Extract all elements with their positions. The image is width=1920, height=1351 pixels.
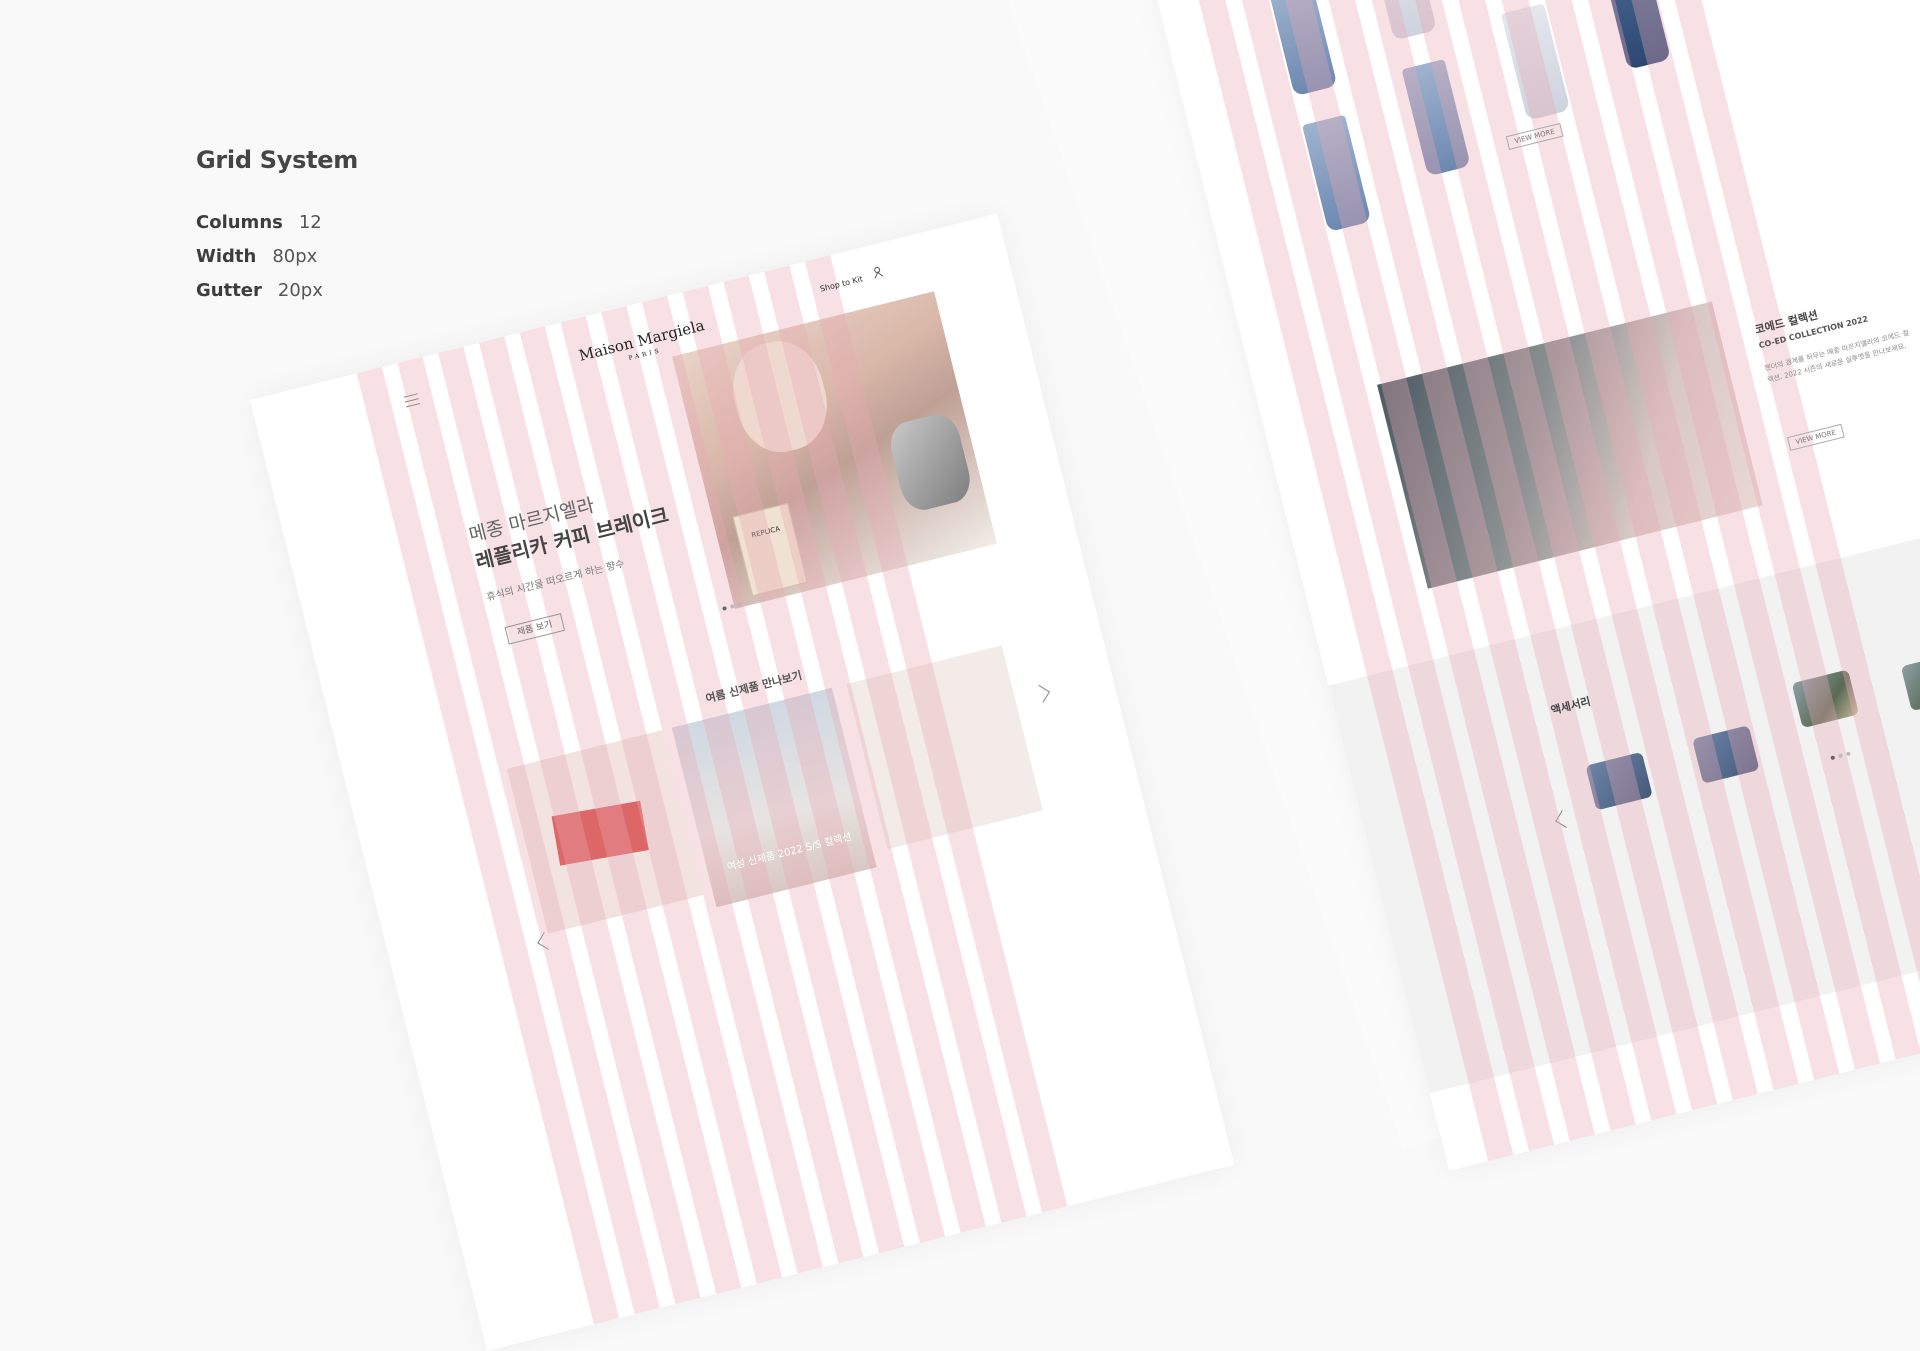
spec-title: Grid System: [196, 146, 358, 174]
pagination-dot[interactable]: [722, 605, 727, 611]
spec-row-width: Width 80px: [196, 246, 496, 280]
product-jeans[interactable]: [1401, 59, 1471, 177]
spec-key: Columns: [196, 212, 283, 233]
product-jeans[interactable]: [1601, 0, 1671, 70]
product-image: [551, 800, 649, 866]
co-ed-collection-image: [1377, 301, 1763, 589]
product-card[interactable]: [671, 687, 877, 908]
bottle-label: REPLICA: [750, 524, 781, 540]
product-card[interactable]: [846, 645, 1043, 850]
shop-link[interactable]: Shop to Kit: [819, 274, 864, 293]
spec-row-columns: Columns 12: [196, 212, 496, 246]
spec-value: 80px: [272, 246, 318, 267]
user-icon[interactable]: [871, 265, 884, 279]
spec-key: Width: [196, 246, 257, 267]
product-jeans[interactable]: [1268, 0, 1338, 97]
view-product-button[interactable]: 제품 보기: [504, 613, 566, 645]
product-jeans[interactable]: [1367, 0, 1437, 41]
homepage-mockup: Maison Margiela PARIS Shop to Kit REPLIC…: [250, 213, 1235, 1351]
product-jeans[interactable]: [1302, 114, 1372, 233]
spec-row-gutter: Gutter 20px: [196, 280, 496, 314]
menu-icon[interactable]: [403, 393, 421, 411]
view-more-button[interactable]: VIEW MORE: [1786, 423, 1845, 451]
grid-spec-panel: Grid System Columns 12 Width 80px Gutter…: [196, 146, 496, 314]
chevron-right-icon[interactable]: [1032, 684, 1051, 703]
product-jeans[interactable]: [1501, 3, 1571, 121]
spec-value: 12: [298, 212, 322, 233]
spec-key: Gutter: [196, 280, 262, 301]
product-card[interactable]: [506, 730, 704, 934]
view-more-button[interactable]: VIEW MORE: [1505, 122, 1564, 150]
spec-value: 20px: [277, 280, 323, 301]
chevron-left-icon[interactable]: [537, 932, 556, 950]
hero-pagination[interactable]: [722, 602, 743, 611]
